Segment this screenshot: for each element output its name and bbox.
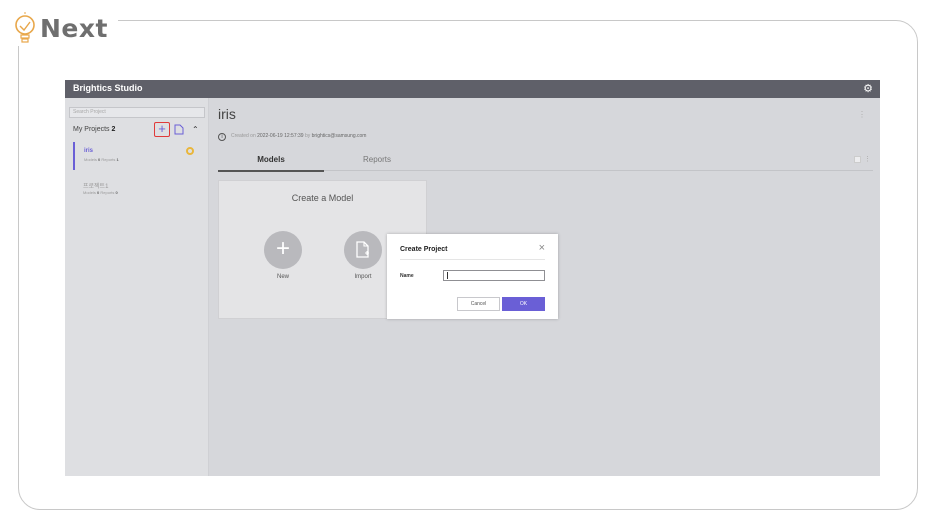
search-project-input[interactable]: Search Project bbox=[69, 107, 205, 118]
import-model-button[interactable] bbox=[344, 231, 382, 269]
ok-button[interactable]: OK bbox=[502, 297, 545, 311]
import-project-icon[interactable] bbox=[174, 124, 184, 135]
create-project-dialog: Create Project × Name Cancel OK bbox=[387, 234, 558, 319]
my-projects-header: My Projects 2 bbox=[73, 126, 115, 133]
dialog-title: Create Project bbox=[400, 246, 448, 253]
project-count: 2 bbox=[111, 126, 116, 133]
project-name: 프로젝트1 bbox=[83, 184, 109, 190]
created-info: Created on 2022-06-19 12:57:39 by bright… bbox=[231, 133, 367, 139]
project-item-2[interactable]: 프로젝트1 Models 0 Reports 0 bbox=[73, 175, 201, 203]
page-title: iris bbox=[218, 106, 236, 122]
import-label: Import bbox=[354, 274, 372, 280]
tab-models[interactable]: Models bbox=[218, 155, 324, 172]
project-name-input[interactable] bbox=[443, 270, 545, 281]
app-title: Brightics Studio bbox=[73, 83, 143, 93]
project-name: iris bbox=[84, 148, 94, 154]
collapse-chevron-icon[interactable]: ⌃ bbox=[192, 125, 199, 134]
my-projects-label: My Projects bbox=[73, 126, 110, 133]
select-checkbox[interactable] bbox=[854, 156, 861, 163]
next-logo: Next bbox=[8, 6, 118, 46]
favorite-star-icon[interactable] bbox=[186, 147, 194, 155]
close-icon[interactable]: × bbox=[539, 243, 545, 254]
lightbulb-icon bbox=[15, 12, 35, 43]
cancel-button[interactable]: Cancel bbox=[457, 297, 500, 311]
logo-text: Next bbox=[40, 14, 108, 43]
app-titlebar: Brightics Studio ⚙ bbox=[65, 80, 880, 98]
tab-more-options-icon[interactable]: ⋮ bbox=[864, 155, 871, 163]
project-sidebar: Search Project My Projects 2 + ⌃ iris Mo… bbox=[65, 98, 209, 476]
new-model-button[interactable]: + bbox=[264, 231, 302, 269]
tab-reports[interactable]: Reports bbox=[324, 155, 430, 164]
create-model-title: Create a Model bbox=[291, 193, 354, 203]
new-label: New bbox=[276, 274, 289, 280]
more-options-icon[interactable]: ⋮ bbox=[858, 110, 866, 119]
project-tabs: Models Reports ⋮ bbox=[218, 153, 873, 172]
name-label: Name bbox=[400, 273, 414, 279]
document-import-icon bbox=[356, 241, 369, 258]
divider bbox=[400, 259, 545, 260]
plus-icon: + bbox=[275, 235, 290, 262]
settings-gear-icon[interactable]: ⚙ bbox=[862, 83, 874, 95]
add-project-button[interactable]: + bbox=[154, 122, 170, 137]
info-icon: i bbox=[218, 133, 226, 141]
project-meta: Models 0 Reports 1 bbox=[84, 157, 119, 162]
project-item-iris[interactable]: iris Models 0 Reports 1 bbox=[73, 142, 201, 170]
project-meta: Models 0 Reports 0 bbox=[83, 190, 118, 195]
